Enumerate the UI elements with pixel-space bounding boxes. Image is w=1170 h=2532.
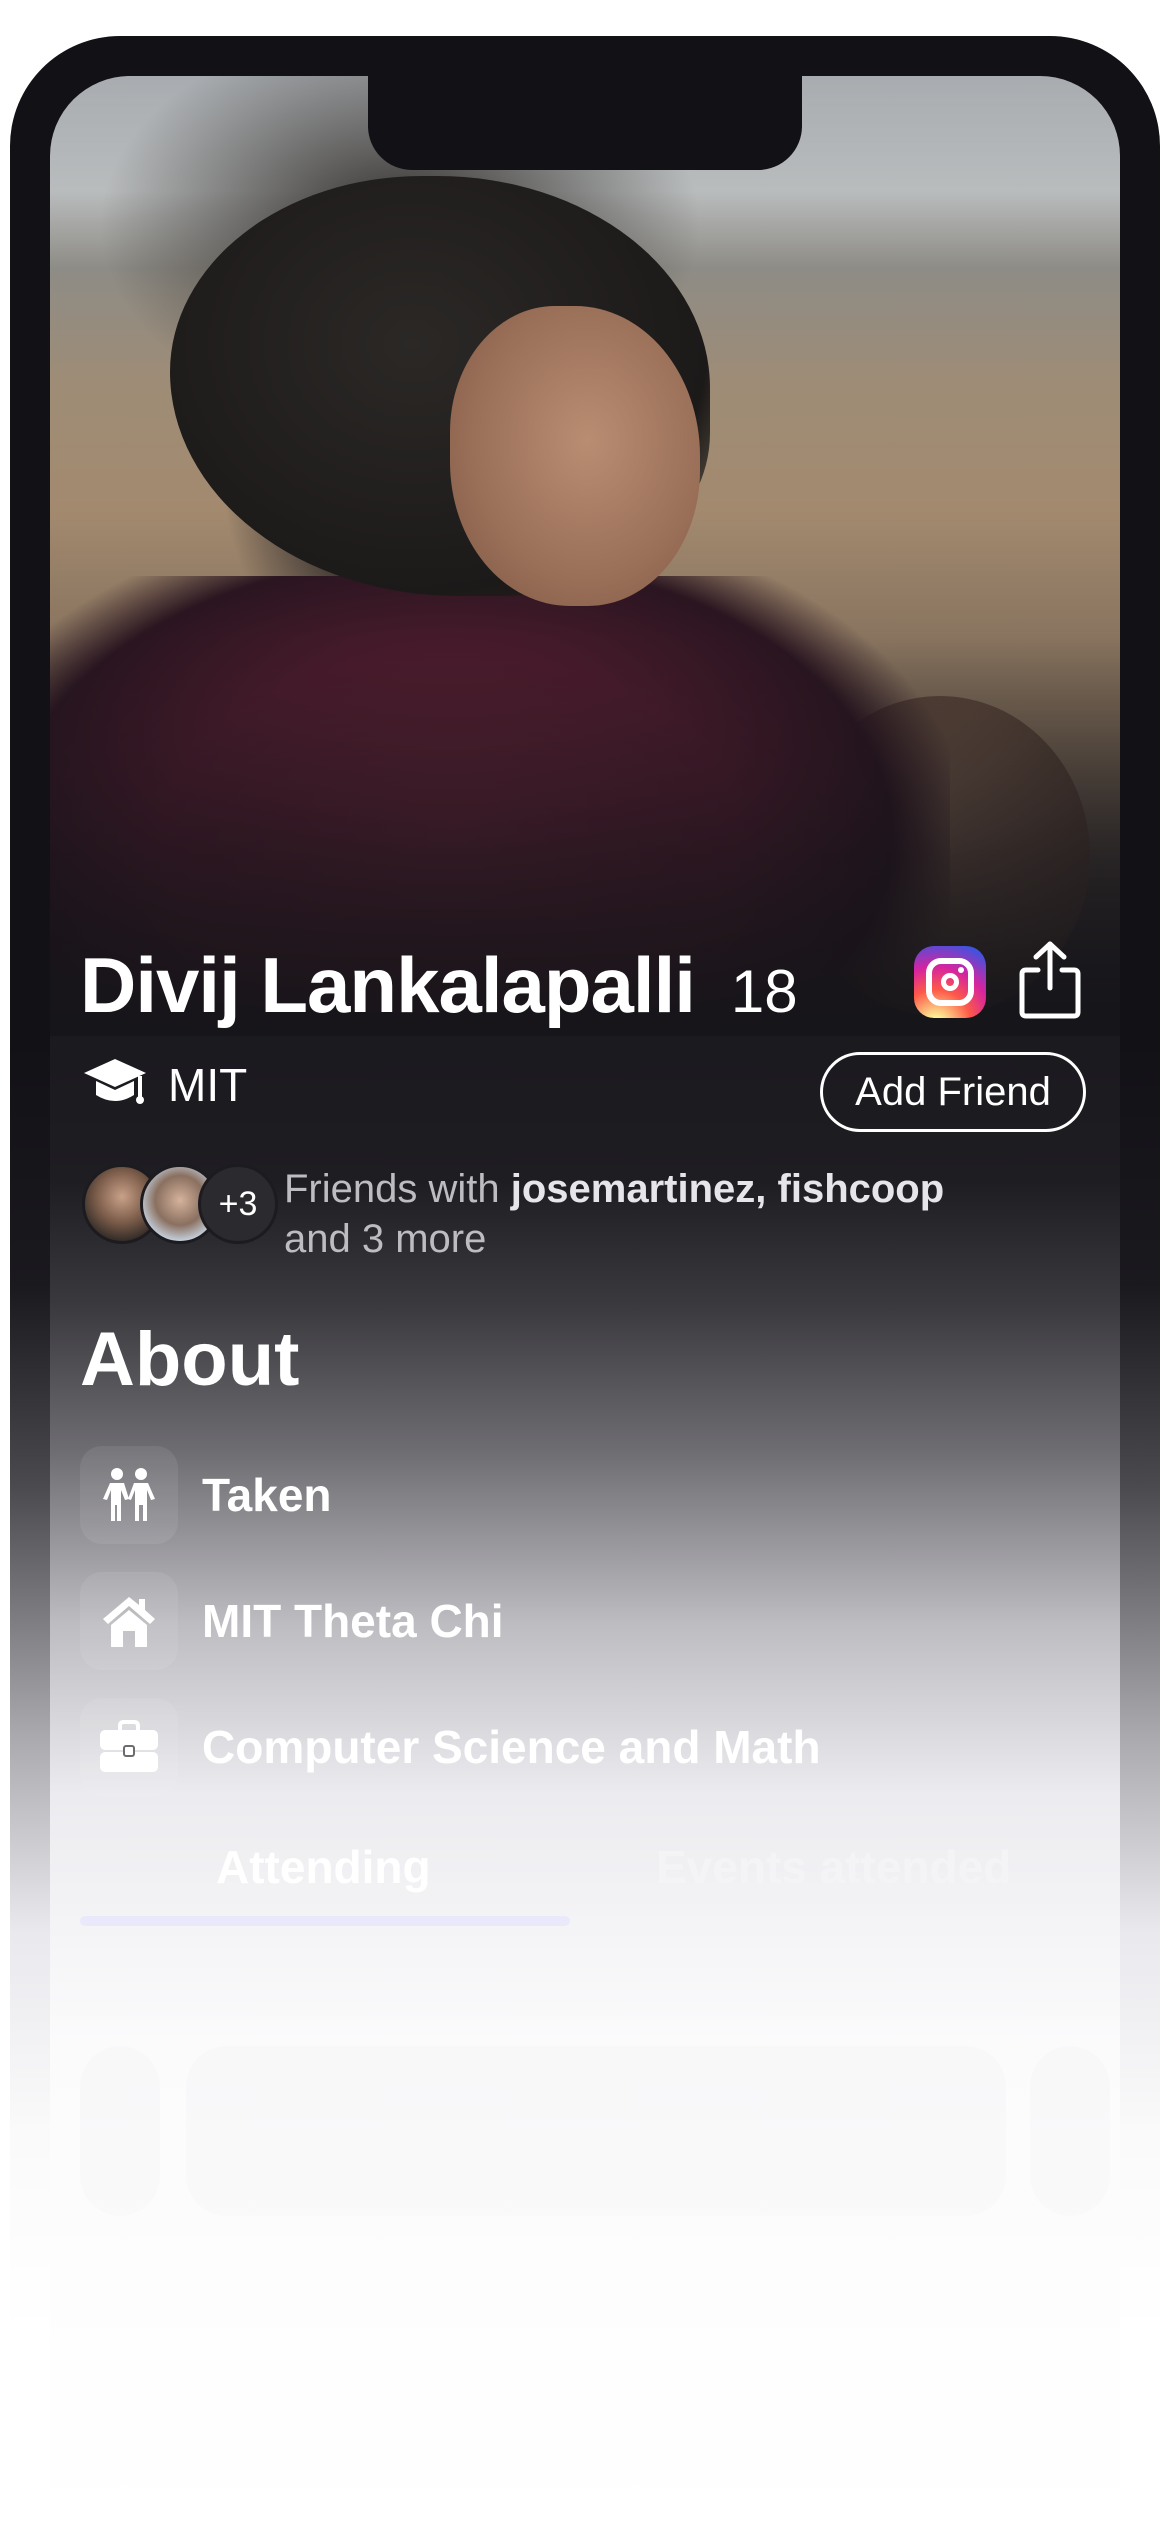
mutual-friends-text: Friends with josemartinez, fishcoop and … [284, 1167, 945, 1261]
about-item-label: MIT Theta Chi [202, 1595, 504, 1647]
add-friend-button[interactable]: Add Friend [820, 1052, 1086, 1132]
content-placeholder [186, 2046, 1006, 2216]
people-icon [103, 1468, 155, 1521]
school-label: MIT [168, 1059, 248, 1111]
content-placeholder [80, 2046, 160, 2216]
mutual-friends[interactable]: +3 Friends with josemartinez, fishcoop a… [82, 1164, 1044, 1264]
share-icon[interactable] [1018, 940, 1082, 1020]
school-row: MIT [82, 1055, 247, 1115]
mutual-friend-avatars: +3 [82, 1164, 278, 1248]
graduation-cap-icon [84, 1059, 146, 1104]
tab-attending[interactable]: Attending [216, 1840, 431, 1894]
instagram-icon[interactable] [914, 946, 986, 1018]
about-housing: MIT Theta Chi [80, 1572, 504, 1670]
about-relationship: Taken [80, 1446, 332, 1544]
profile-name: Divij Lankalapalli [80, 941, 696, 1029]
device-notch [368, 76, 802, 170]
about-major: Computer Science and Math [80, 1698, 821, 1796]
briefcase-icon [100, 1720, 158, 1772]
mutual-friend-names: josemartinez, fishcoop [510, 1167, 945, 1211]
content-placeholder [1030, 2046, 1110, 2216]
tab-events-attended[interactable]: Events attended [656, 1840, 1011, 1894]
about-heading: About [80, 1317, 300, 1402]
house-icon [103, 1597, 155, 1647]
about-item-label: Computer Science and Math [202, 1721, 821, 1773]
profile-age: 18 [730, 958, 798, 1025]
name-row: Divij Lankalapalli 18 [80, 940, 798, 1029]
more-friends-count: +3 [198, 1164, 278, 1244]
active-tab-indicator [80, 1916, 570, 1926]
about-item-label: Taken [202, 1469, 332, 1521]
profile-photo [50, 76, 1120, 1036]
